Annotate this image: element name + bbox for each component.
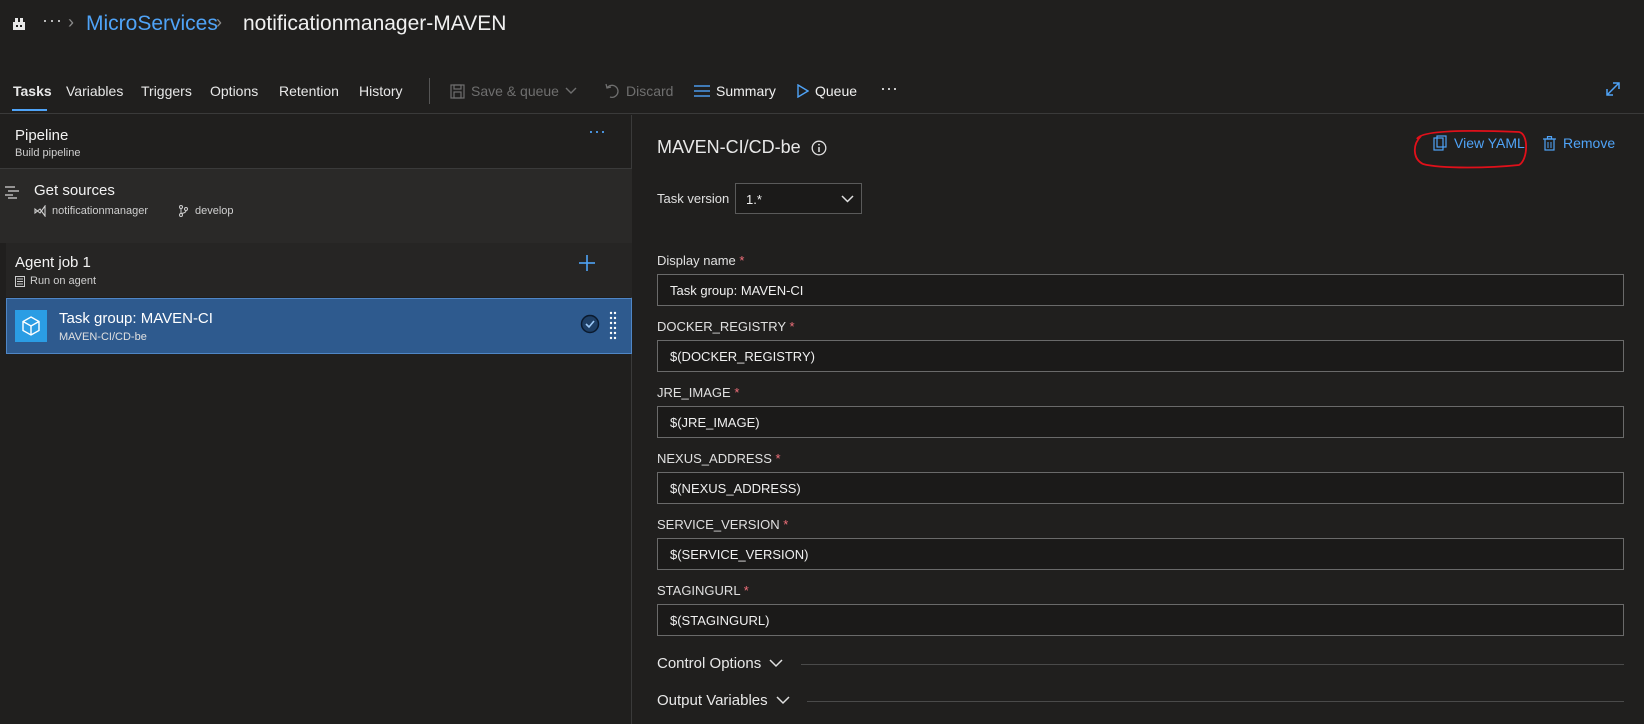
- tab-history[interactable]: History: [359, 83, 403, 99]
- discard-button[interactable]: Discard: [604, 83, 673, 99]
- tab-triggers[interactable]: Triggers: [141, 83, 192, 99]
- queue-label: Queue: [815, 83, 858, 99]
- add-task-icon[interactable]: [578, 254, 596, 272]
- service-version-input[interactable]: [657, 538, 1624, 570]
- annotation-circle: [1411, 127, 1531, 169]
- tab-options[interactable]: Options: [210, 83, 258, 99]
- pipeline-more-button[interactable]: ···: [588, 121, 606, 142]
- undo-icon: [605, 83, 619, 98]
- chevron-down-icon: [565, 87, 577, 94]
- summary-button[interactable]: Summary: [694, 83, 776, 99]
- play-icon: [797, 84, 809, 98]
- jre-image-input[interactable]: [657, 406, 1624, 438]
- control-options-section[interactable]: Control Options: [657, 655, 783, 672]
- save-and-queue-button[interactable]: Save & queue: [450, 83, 577, 99]
- control-options-label: Control Options: [657, 655, 762, 672]
- tab-variables[interactable]: Variables: [66, 83, 123, 99]
- chevron-down-icon: [841, 195, 854, 203]
- sources-branch: develop: [178, 205, 234, 217]
- header-bar: ··· › MicroServices › notificationmanage…: [0, 0, 1644, 56]
- task-group-icon: [15, 310, 47, 342]
- page-title: notificationmanager-MAVEN: [243, 12, 507, 35]
- breadcrumb-chevron-icon: ›: [68, 12, 74, 32]
- project-logo-icon[interactable]: [10, 14, 28, 32]
- toolbar-divider: [429, 78, 430, 104]
- breadcrumb-chevron-icon: ›: [216, 12, 222, 32]
- discard-label: Discard: [626, 83, 674, 99]
- pipeline-subtitle: Build pipeline: [15, 147, 81, 159]
- field-label: JRE_IMAGE *: [657, 385, 740, 400]
- task-group-subtitle: MAVEN-CI/CD-be: [59, 331, 147, 343]
- tab-tasks[interactable]: Tasks: [13, 83, 52, 99]
- repo-icon: [34, 205, 46, 217]
- enabled-check-icon[interactable]: [580, 314, 600, 334]
- chevron-down-icon: [776, 696, 790, 705]
- output-variables-section[interactable]: Output Variables: [657, 692, 790, 709]
- section-divider: [801, 664, 1624, 665]
- breadcrumb-more-button[interactable]: ···: [42, 10, 63, 31]
- info-icon[interactable]: [811, 140, 827, 156]
- task-group-title: Task group: MAVEN-CI: [59, 310, 213, 327]
- expand-icon[interactable]: [1604, 80, 1622, 98]
- pipeline-title: Pipeline: [15, 127, 69, 144]
- branch-icon: [179, 205, 188, 217]
- field-label: SERVICE_VERSION *: [657, 517, 789, 532]
- save-and-queue-label: Save & queue: [471, 83, 559, 99]
- task-group-item[interactable]: Task group: MAVEN-CI MAVEN-CI/CD-be: [6, 298, 632, 354]
- sources-branch-name: develop: [195, 205, 234, 217]
- trash-icon: [1543, 135, 1556, 151]
- sources-icon: [5, 185, 21, 199]
- field-label: STAGINGURL *: [657, 583, 749, 598]
- sources-repo-name: notificationmanager: [52, 205, 149, 217]
- agent-job-subtitle-text: Run on agent: [30, 275, 97, 287]
- pipeline-header[interactable]: Pipeline Build pipeline ···: [0, 115, 632, 169]
- more-actions-button[interactable]: ···: [880, 78, 898, 99]
- tab-retention[interactable]: Retention: [279, 83, 339, 99]
- remove-label: Remove: [1563, 135, 1616, 151]
- sources-repo: notificationmanager: [34, 205, 148, 217]
- list-icon: [694, 85, 710, 97]
- save-icon: [450, 83, 465, 99]
- breadcrumb-project-link[interactable]: MicroServices: [86, 12, 218, 36]
- stagingurl-input[interactable]: [657, 604, 1624, 636]
- summary-label: Summary: [716, 83, 776, 99]
- active-tab-indicator: [12, 109, 47, 111]
- agent-job-title: Agent job 1: [15, 254, 91, 271]
- field-label: Display name *: [657, 253, 745, 268]
- agent-job-item[interactable]: Agent job 1 Run on agent: [6, 243, 632, 297]
- task-version-label: Task version: [657, 191, 730, 206]
- nexus-address-input[interactable]: [657, 472, 1624, 504]
- pipeline-panel: Pipeline Build pipeline ··· Get sources …: [0, 115, 632, 724]
- get-sources-item[interactable]: Get sources notificationmanager develop: [0, 169, 632, 243]
- server-icon: [15, 275, 25, 287]
- chevron-down-icon: [769, 659, 783, 668]
- remove-button[interactable]: Remove: [1543, 135, 1615, 151]
- section-divider: [807, 701, 1624, 702]
- docker-registry-input[interactable]: [657, 340, 1624, 372]
- toolbar: Tasks Variables Triggers Options Retenti…: [0, 72, 1644, 114]
- field-label: NEXUS_ADDRESS *: [657, 451, 781, 466]
- display-name-input[interactable]: [657, 274, 1624, 306]
- task-title: MAVEN-CI/CD-be: [657, 137, 801, 157]
- agent-job-subtitle: Run on agent: [15, 275, 96, 287]
- get-sources-title: Get sources: [34, 182, 115, 199]
- drag-handle-icon[interactable]: [609, 310, 617, 340]
- field-label: DOCKER_REGISTRY *: [657, 319, 795, 334]
- queue-button[interactable]: Queue: [797, 83, 857, 99]
- output-variables-label: Output Variables: [657, 692, 768, 709]
- task-details-panel: MAVEN-CI/CD-be View YAML Remove Task ver…: [633, 115, 1644, 724]
